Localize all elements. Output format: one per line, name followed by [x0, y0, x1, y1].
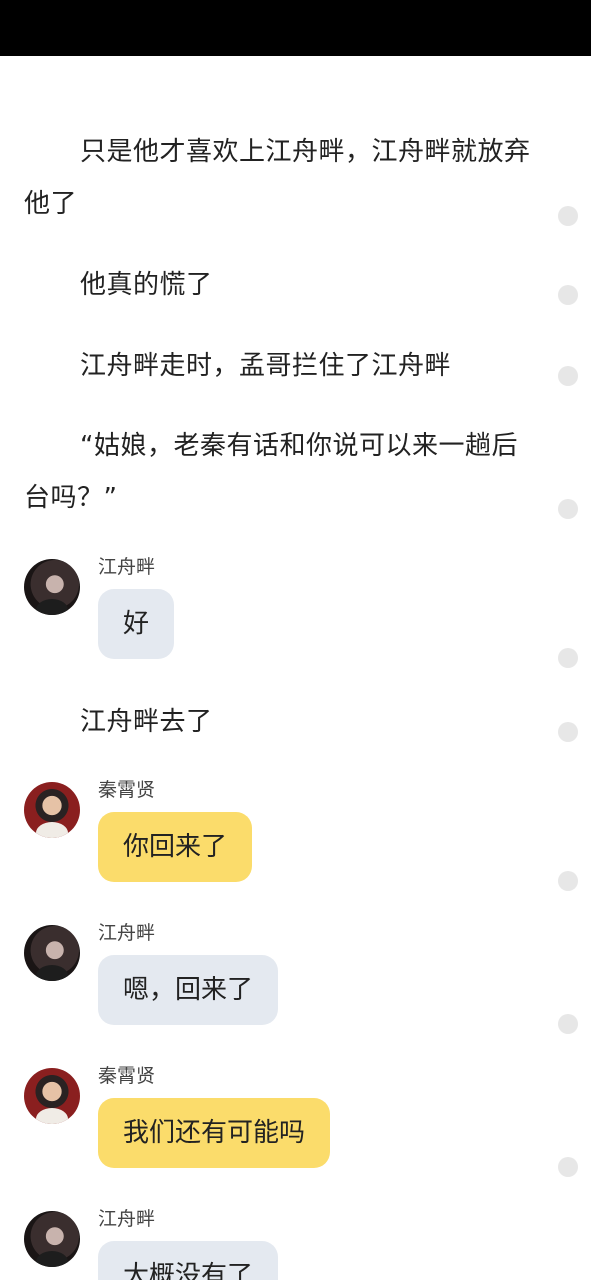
status-bar [0, 0, 591, 56]
sender-name: 江舟畔 [98, 1208, 156, 1230]
jiang-avatar[interactable] [24, 925, 80, 981]
sender-name: 江舟畔 [98, 556, 156, 578]
message-bubble: 好 [98, 589, 175, 659]
message-bubble: 我们还有可能吗 [98, 1098, 331, 1168]
paragraph-comment-dot[interactable] [558, 722, 578, 742]
jiang-avatar[interactable] [24, 559, 80, 615]
paragraph-comment-dot[interactable] [558, 285, 578, 305]
paragraph-comment-dot[interactable] [558, 206, 578, 226]
qin-avatar[interactable] [24, 1068, 80, 1124]
story-paragraph: 江舟畔走时，孟哥拦住了江舟畔 [80, 351, 452, 381]
story-paragraph: 江舟畔去了 [80, 707, 213, 737]
paragraph-comment-dot[interactable] [558, 366, 578, 386]
jiang-avatar[interactable] [24, 1211, 80, 1267]
message-bubble: 你回来了 [98, 812, 253, 882]
qin-avatar[interactable] [24, 782, 80, 838]
story-paragraph: 只是他才喜欢上江舟畔，江舟畔就放弃他了 [24, 137, 531, 219]
paragraph-comment-dot[interactable] [558, 1014, 578, 1034]
story-paragraph: 他真的慌了 [80, 270, 213, 300]
chat-story-content: 只是他才喜欢上江舟畔，江舟畔就放弃他了 他真的慌了 江舟畔走时，孟哥拦住了江舟畔… [0, 56, 591, 1280]
sender-name: 秦霄贤 [98, 1065, 156, 1087]
paragraph-comment-dot[interactable] [558, 871, 578, 891]
paragraph-comment-dot[interactable] [558, 499, 578, 519]
sender-name: 秦霄贤 [98, 779, 156, 801]
story-paragraph: “姑娘，老秦有话和你说可以来一趟后台吗？” [24, 431, 518, 513]
message-bubble: 大概没有了 [98, 1241, 279, 1280]
paragraph-comment-dot[interactable] [558, 1157, 578, 1177]
sender-name: 江舟畔 [98, 922, 156, 944]
paragraph-comment-dot[interactable] [558, 648, 578, 668]
message-bubble: 嗯，回来了 [98, 955, 279, 1025]
